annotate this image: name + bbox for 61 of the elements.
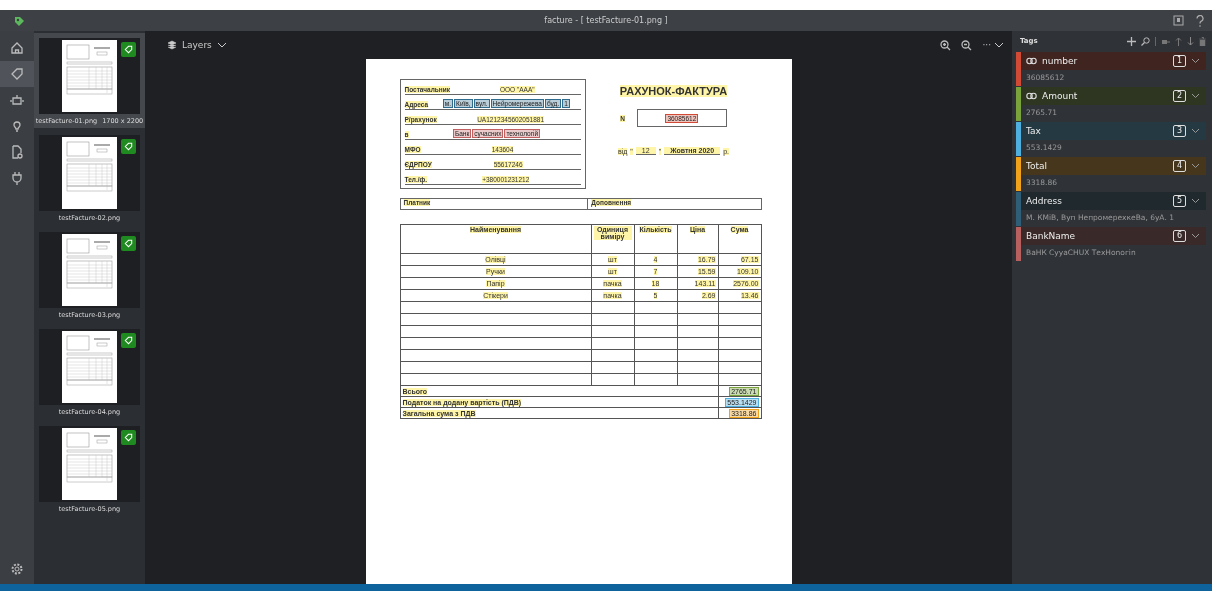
zoom-in-icon[interactable] bbox=[940, 39, 952, 51]
settings-icon[interactable] bbox=[10, 562, 24, 576]
help-icon[interactable] bbox=[1196, 14, 1204, 27]
add-icon[interactable] bbox=[1127, 36, 1136, 46]
plug-icon bbox=[10, 171, 24, 185]
chevron-icon[interactable] bbox=[1191, 58, 1200, 64]
home-icon bbox=[10, 41, 24, 55]
tag-name: Amount bbox=[1042, 91, 1079, 101]
hotkey-badge: 6 bbox=[1172, 230, 1186, 242]
hotkey-badge: 5 bbox=[1172, 195, 1186, 207]
bulb-icon bbox=[10, 119, 24, 133]
trash-icon[interactable] bbox=[1199, 36, 1206, 46]
chevron-icon[interactable] bbox=[1191, 198, 1200, 204]
tag-icon bbox=[10, 67, 24, 81]
tag-name: Tax bbox=[1026, 126, 1042, 136]
tag-nav-button[interactable] bbox=[0, 61, 34, 87]
chevron-icon[interactable] bbox=[1191, 163, 1200, 169]
hotkey-badge: 2 bbox=[1172, 90, 1186, 102]
tagged-badge bbox=[121, 430, 136, 445]
window-title: facture - [ testFacture-01.png ] bbox=[544, 16, 668, 25]
chevron-icon[interactable] bbox=[1191, 128, 1200, 134]
tag-name: Total bbox=[1026, 161, 1049, 171]
invoice-title: РАХУНОК-ФАКТУРА bbox=[619, 85, 728, 97]
page-thumbnail bbox=[62, 137, 117, 209]
link-icon bbox=[1026, 57, 1037, 65]
page-thumbnail bbox=[62, 331, 117, 403]
page-thumbnail bbox=[62, 40, 117, 112]
tagged-badge bbox=[121, 42, 136, 57]
tag-name: number bbox=[1042, 56, 1079, 66]
tag-name: Address bbox=[1026, 196, 1063, 206]
tagged-badge bbox=[121, 236, 136, 251]
tag-header[interactable]: Address 5 bbox=[1021, 192, 1206, 210]
tagged-badge bbox=[121, 333, 136, 348]
page-thumbnail bbox=[62, 234, 117, 306]
chevron-icon[interactable] bbox=[1191, 93, 1200, 99]
tag-header[interactable]: Tax 3 bbox=[1021, 122, 1206, 140]
hotkey-badge: 4 bbox=[1172, 160, 1186, 172]
tagged-badge bbox=[121, 139, 136, 154]
layers-icon bbox=[167, 40, 177, 50]
tag-header[interactable]: Total 4 bbox=[1021, 157, 1206, 175]
layers-dropdown[interactable]: Layers bbox=[167, 40, 227, 50]
tag-header[interactable]: BankName 6 bbox=[1021, 227, 1206, 245]
up-arrow-icon[interactable] bbox=[1175, 36, 1182, 46]
hotkey-badge: 3 bbox=[1172, 125, 1186, 137]
tag-logo-icon bbox=[13, 14, 25, 27]
panel-icon[interactable] bbox=[1173, 15, 1184, 26]
zoom-out-icon[interactable] bbox=[961, 39, 973, 51]
tag-header[interactable]: number 1 bbox=[1021, 52, 1206, 70]
page-thumbnail bbox=[62, 428, 117, 500]
robot-icon bbox=[10, 93, 24, 107]
doc-icon bbox=[10, 145, 24, 159]
down-arrow-icon[interactable] bbox=[1187, 36, 1194, 46]
tag-name: BankName bbox=[1026, 231, 1077, 241]
chevron-icon bbox=[994, 42, 1004, 48]
chevron-icon[interactable] bbox=[1191, 233, 1200, 239]
tag-header[interactable]: Amount 2 bbox=[1021, 87, 1206, 105]
more-menu-button[interactable]: ··· bbox=[982, 40, 1004, 50]
hotkey-badge: 1 bbox=[1172, 55, 1186, 67]
link-icon bbox=[1026, 92, 1037, 100]
search-icon[interactable] bbox=[1141, 36, 1150, 46]
chevron-icon bbox=[216, 42, 227, 48]
